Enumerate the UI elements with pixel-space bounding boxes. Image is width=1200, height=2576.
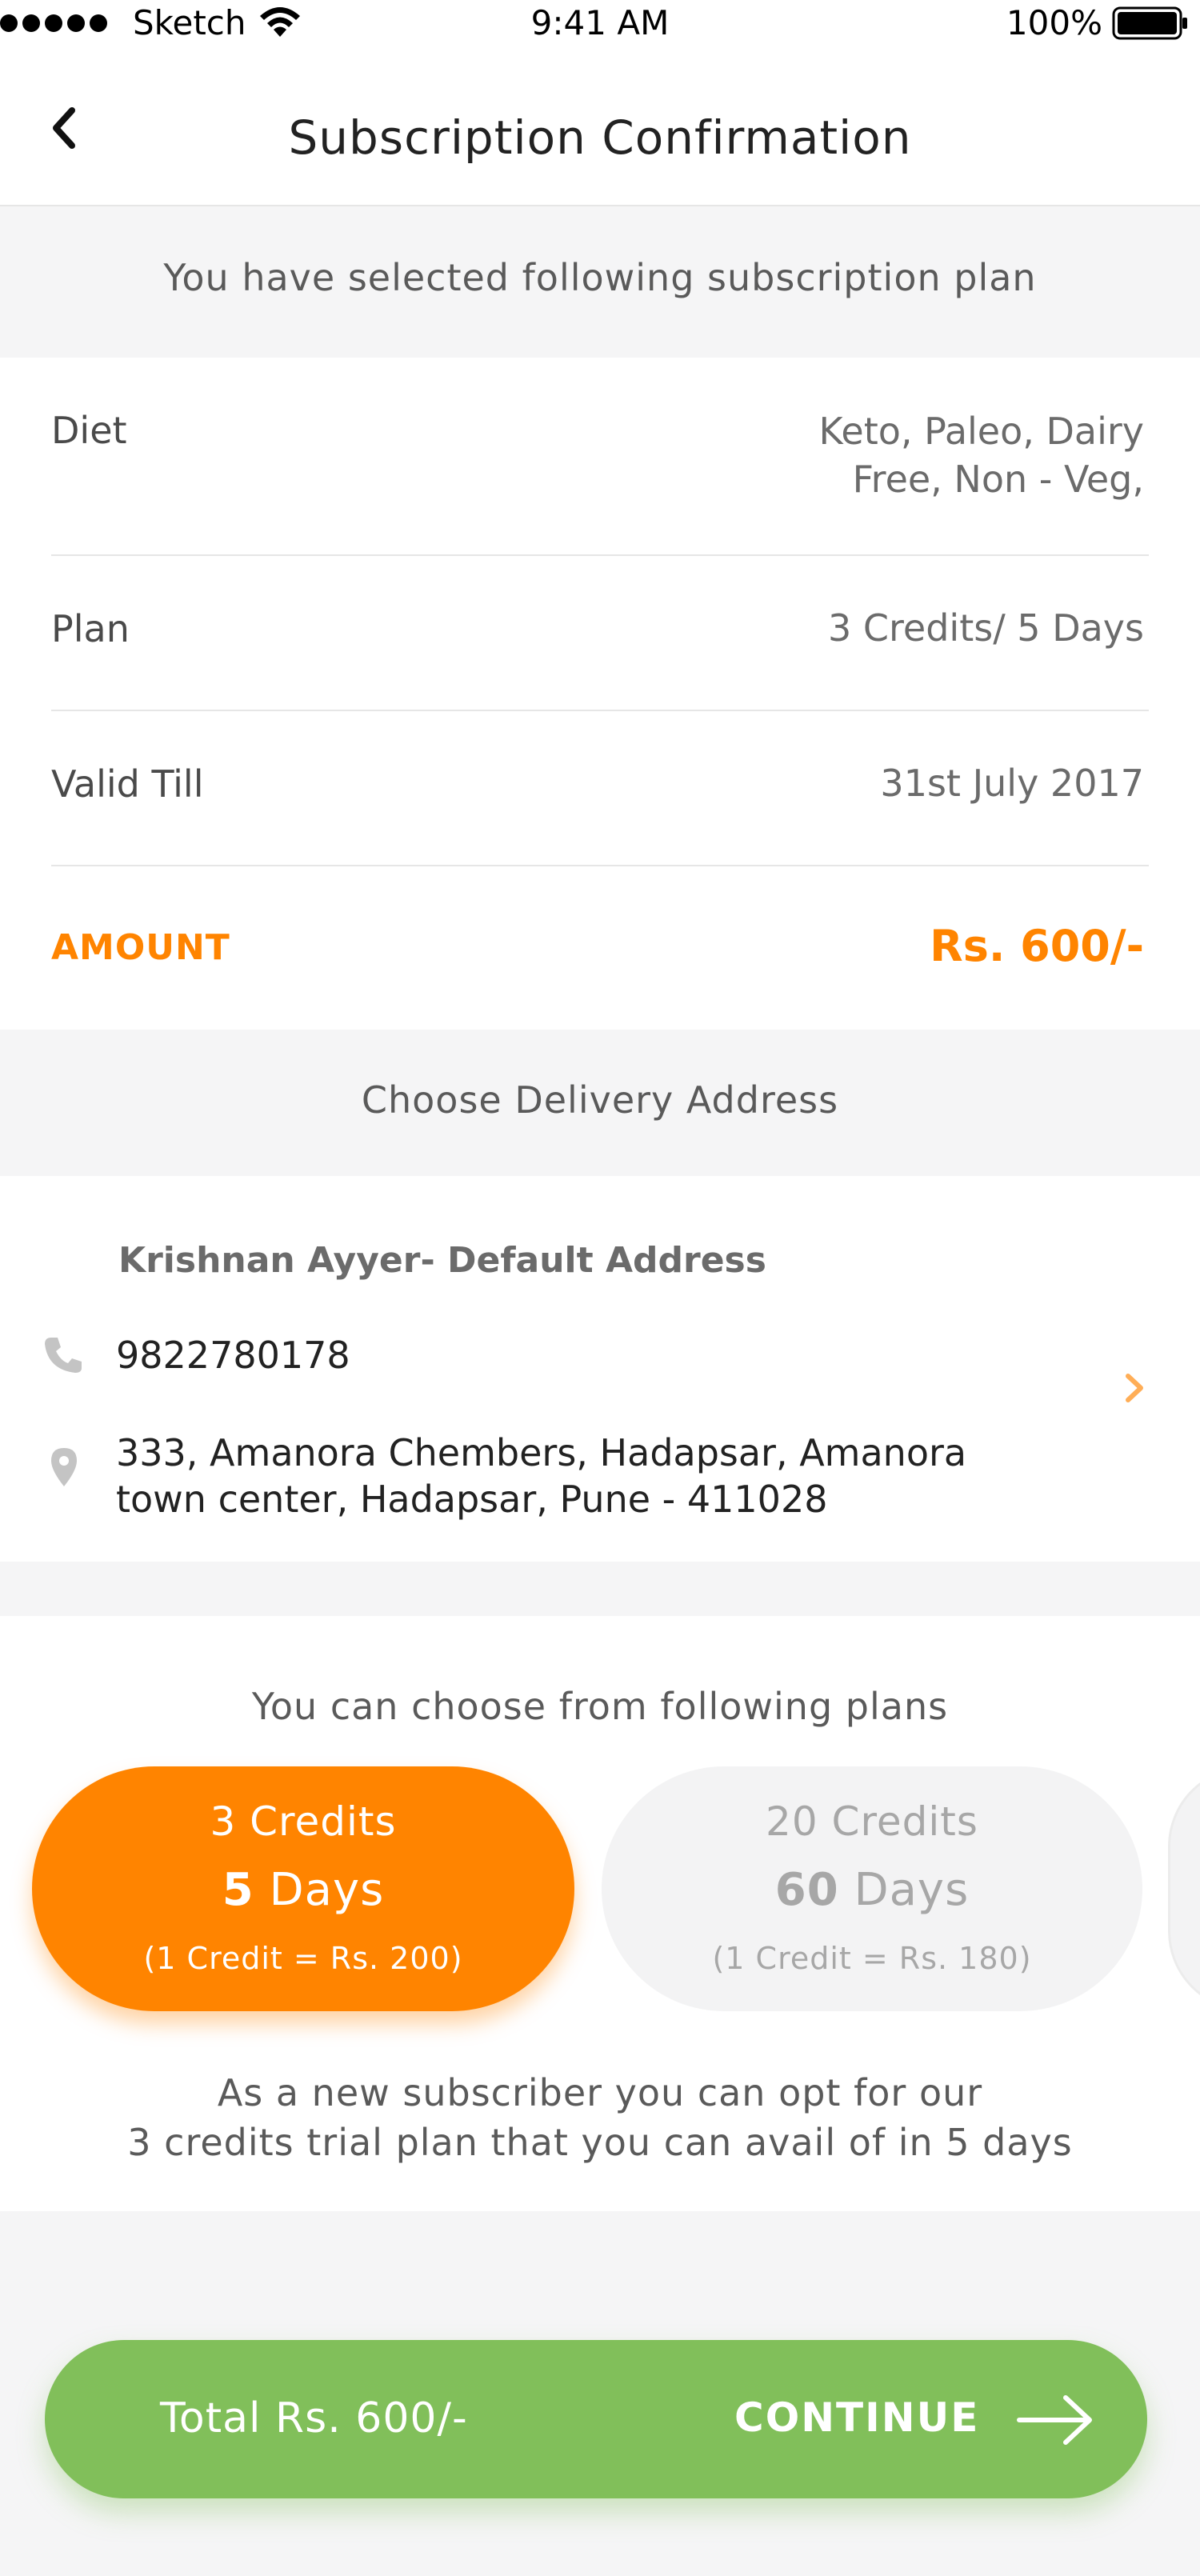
nav-bar: Subscription Confirmation	[0, 48, 1200, 206]
amount-label: AMOUNT	[51, 927, 230, 968]
summary-intro: You have selected following subscription…	[163, 256, 1037, 299]
diet-label: Diet	[51, 409, 127, 452]
battery-percentage: 100%	[1006, 3, 1102, 42]
plan-label: Plan	[51, 607, 130, 650]
page-title: Subscription Confirmation	[288, 110, 912, 165]
plan-days: 5 Days	[32, 1864, 574, 1916]
diet-value: Keto, Paleo, Dairy Free, Non - Veg,	[819, 407, 1144, 503]
plans-title: You can choose from following plans	[251, 1685, 949, 1728]
total-amount: Total Rs. 600/-	[160, 2394, 468, 2442]
plans-card: You can choose from following plans 3 Cr…	[0, 1616, 1200, 2211]
plan-option-3-credits[interactable]: 3 Credits 5 Days (1 Credit = Rs. 200)	[32, 1766, 574, 2011]
continue-button[interactable]: Total Rs. 600/- CONTINUE	[45, 2340, 1147, 2498]
valid-till-value: 31st July 2017	[880, 762, 1144, 805]
plan-days-word: Days	[838, 1864, 970, 1916]
plan-days-number: 60	[774, 1864, 839, 1916]
delivery-address-card[interactable]: Krishnan Ayyer- Default Address 98227801…	[0, 1176, 1200, 1562]
summary-row-plan: Plan 3 Credits/ 5 Days	[51, 556, 1149, 711]
plan-credits: 20 Credits	[766, 1798, 978, 1845]
valid-till-label: Valid Till	[51, 762, 204, 806]
status-bar: Sketch 9:41 AM 100%	[0, 0, 1200, 48]
battery-icon	[1112, 6, 1187, 39]
plan-rate: (1 Credit = Rs. 180)	[712, 1941, 1032, 1976]
diet-value-line2: Free, Non - Veg,	[852, 458, 1144, 501]
plan-value: 3 Credits/ 5 Days	[828, 606, 1144, 650]
subscription-summary-card: Diet Keto, Paleo, Dairy Free, Non - Veg,…	[0, 358, 1200, 1030]
amount-value: Rs. 600/-	[930, 921, 1144, 971]
address-name: Krishnan Ayyer- Default Address	[118, 1240, 766, 1281]
address-text: 333, Amanora Chembers, Hadapsar, Amanora…	[116, 1430, 966, 1522]
address-phone: 9822780178	[116, 1334, 350, 1377]
plan-rate: (1 Credit = Rs. 200)	[143, 1941, 463, 1976]
diet-value-line1: Keto, Paleo, Dairy	[818, 410, 1144, 453]
plan-credits: 3 Credits	[210, 1798, 397, 1845]
plan-days-number: 5	[222, 1864, 254, 1916]
plan-days-word: Days	[254, 1864, 385, 1916]
chevron-right-icon[interactable]	[1123, 1371, 1147, 1405]
address-line1: 333, Amanora Chembers, Hadapsar, Amanora	[116, 1431, 967, 1474]
phone-icon	[45, 1338, 82, 1373]
location-pin-icon	[51, 1448, 77, 1486]
continue-label: CONTINUE	[734, 2394, 980, 2441]
trial-note: As a new subscriber you can opt for our …	[0, 2068, 1200, 2167]
address-line2: town center, Hadapsar, Pune - 411028	[116, 1478, 828, 1521]
plan-option-next-peek[interactable]	[1168, 1766, 1200, 2011]
status-right: 100%	[1006, 3, 1189, 42]
arrow-right-icon	[1017, 2395, 1092, 2445]
delivery-heading: Choose Delivery Address	[361, 1078, 839, 1122]
plan-days: 60 Days	[602, 1864, 1142, 1916]
plan-option-20-credits[interactable]: 20 Credits 60 Days (1 Credit = Rs. 180)	[602, 1766, 1142, 2011]
trial-note-line2: 3 credits trial plan that you can avail …	[127, 2121, 1073, 2164]
summary-row-diet: Diet Keto, Paleo, Dairy Free, Non - Veg,	[51, 358, 1149, 556]
summary-row-valid-till: Valid Till 31st July 2017	[51, 711, 1149, 866]
trial-note-line1: As a new subscriber you can opt for our	[217, 2071, 983, 2114]
